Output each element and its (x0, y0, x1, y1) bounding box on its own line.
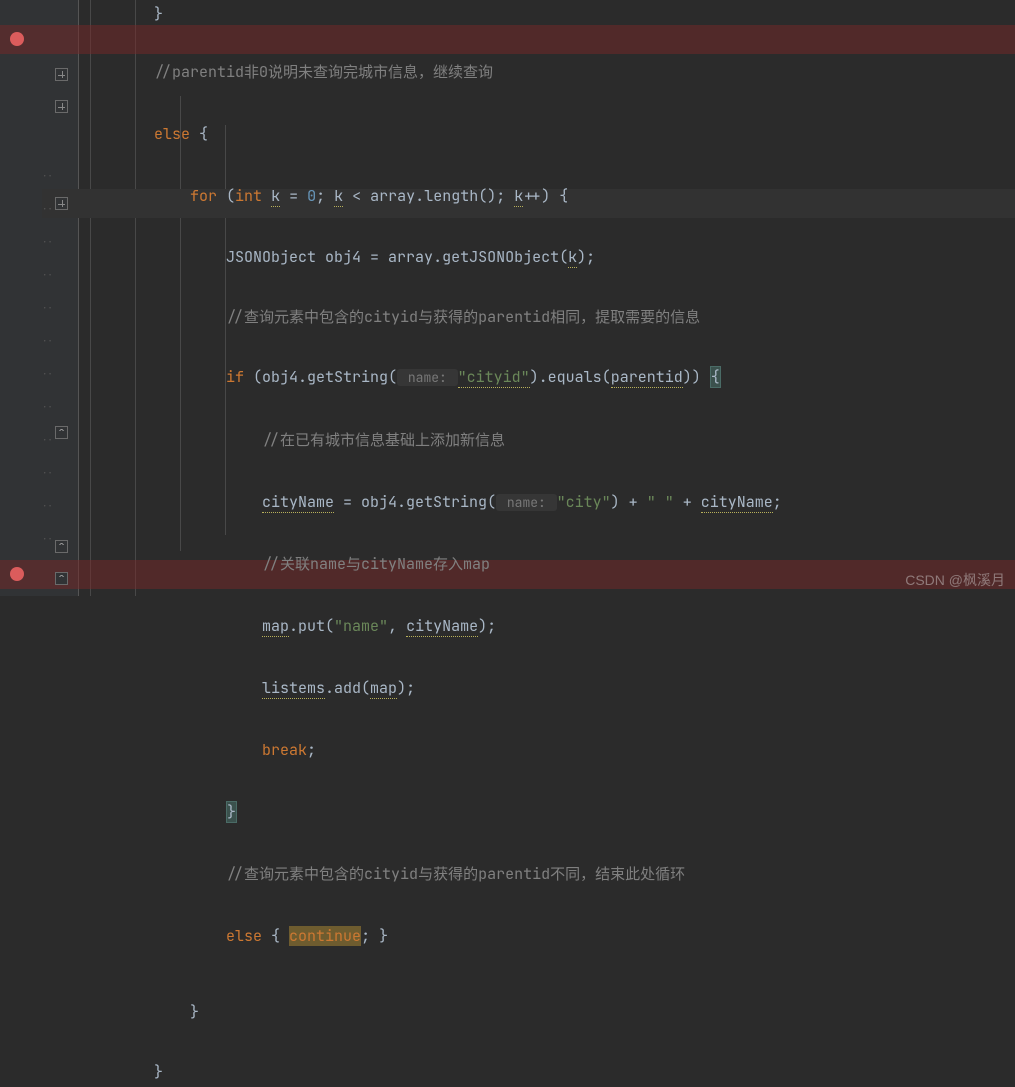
code-editor[interactable]: ⌃ ⌃ ⌃ ························ } //paren… (0, 0, 1015, 596)
code-line: else { continue; } (82, 922, 1015, 951)
code-line: listems.add(map); (82, 674, 1015, 703)
code-line: break; (82, 736, 1015, 765)
fold-icon[interactable] (55, 100, 68, 113)
code-line: //查询元素中包含的cityid与获得的parentid相同，提取需要的信息 (82, 303, 1015, 332)
code-area[interactable]: } //parentid非0说明未查询完城市信息，继续查询 else { for… (82, 0, 1015, 522)
code-line: } (82, 798, 1015, 827)
code-line: for (int k = 0; k < array.length(); k++)… (82, 182, 1015, 211)
breakpoint-icon[interactable] (10, 32, 24, 46)
code-line: cityName = obj4.getString( name: "city")… (82, 488, 1015, 517)
code-line: //关联name与cityName存入map (82, 550, 1015, 579)
gutter (0, 0, 78, 596)
code-line: //查询元素中包含的cityid与获得的parentid不同，结束此处循环 (82, 860, 1015, 889)
fold-icon[interactable]: ⌃ (55, 426, 68, 439)
code-line: } (82, 1058, 1015, 1087)
code-line: } (82, 998, 1015, 1027)
code-line: } (82, 0, 1015, 29)
code-line: if (obj4.getString( name: "cityid").equa… (82, 363, 1015, 392)
watermark: CSDN @枫溪月 (905, 570, 1005, 590)
fold-icon[interactable]: ⌃ (55, 572, 68, 585)
gutter-separator (78, 0, 79, 596)
code-line: else { (82, 120, 1015, 149)
code-line: //parentid非0说明未查询完城市信息，继续查询 (82, 58, 1015, 87)
code-line: JSONObject obj4 = array.getJSONObject(k)… (82, 243, 1015, 272)
indent-dots: ························ (42, 160, 53, 556)
breakpoint-icon[interactable] (10, 567, 24, 581)
code-line: //在已有城市信息基础上添加新信息 (82, 426, 1015, 455)
fold-icon[interactable] (55, 197, 68, 210)
code-line: map.put("name", cityName); (82, 612, 1015, 641)
fold-icon[interactable]: ⌃ (55, 540, 68, 553)
fold-icon[interactable] (55, 68, 68, 81)
